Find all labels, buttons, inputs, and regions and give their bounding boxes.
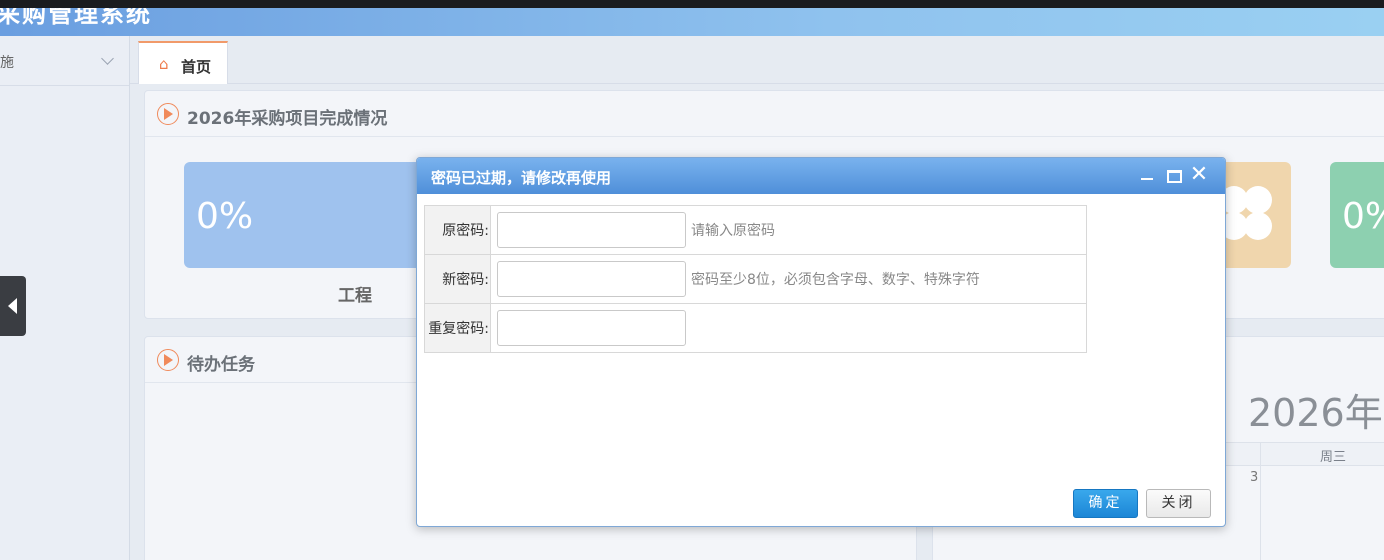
stat-card-value: 0% (196, 196, 254, 237)
confirm-button[interactable]: 确定 (1073, 489, 1138, 518)
app-title: 采购管理系统 (0, 8, 152, 28)
sidebar-section-header[interactable]: 施 (0, 36, 129, 86)
form-field-cell: 密码至少8位，必须包含字母、数字、特殊字符 (490, 254, 1087, 304)
password-form: 原密码: 请输入原密码 新密码: 密码至少8位，必须包含字母、数字、特殊字符 重… (424, 205, 1087, 353)
top-strip (0, 0, 1384, 8)
todo-panel-title: 待办任务 (187, 355, 255, 375)
dialog-titlebar[interactable]: 密码已过期，请修改再使用 ✕ (417, 158, 1225, 194)
app-header: 采购管理系统 (0, 8, 1384, 36)
home-icon: ⌂ (159, 55, 169, 73)
form-row: 原密码: 请输入原密码 (424, 205, 1087, 255)
form-field-cell (490, 303, 1087, 353)
calendar-grid-line (1260, 442, 1261, 560)
arrow-circle-icon (157, 349, 179, 371)
stat-card-value: 0% (1342, 196, 1384, 237)
new-password-label: 新密码: (424, 254, 491, 304)
form-field-cell: 请输入原密码 (490, 205, 1087, 255)
calendar-day[interactable]: 3 (1250, 470, 1258, 485)
tab-bar: ⌂ 首页 (130, 36, 1384, 84)
new-password-input[interactable] (497, 261, 686, 297)
password-expired-dialog: 密码已过期，请修改再使用 ✕ 原密码: 请输入原密码 新密码: 密码至少8位，必… (416, 157, 1226, 527)
arrow-circle-icon (157, 103, 179, 125)
repeat-password-input[interactable] (497, 310, 686, 346)
old-password-hint: 请输入原密码 (691, 223, 775, 239)
repeat-password-label: 重复密码: (424, 303, 491, 353)
close-button[interactable]: 关闭 (1146, 489, 1211, 518)
new-password-hint: 密码至少8位，必须包含字母、数字、特殊字符 (691, 272, 980, 288)
sidebar-section-label: 施 (0, 55, 14, 71)
tab-home[interactable]: ⌂ 首页 (138, 41, 228, 84)
form-row: 新密码: 密码至少8位，必须包含字母、数字、特殊字符 (424, 254, 1087, 304)
chevron-down-icon[interactable] (101, 52, 114, 65)
dialog-title: 密码已过期，请修改再使用 (431, 169, 612, 187)
old-password-label: 原密码: (424, 205, 491, 255)
close-icon[interactable]: ✕ (1189, 164, 1209, 186)
calendar-year-label: 2026年 (1248, 391, 1383, 435)
stat-card-3[interactable]: 0% (1330, 162, 1384, 268)
completion-panel-title: 2026年采购项目完成情况 (187, 109, 388, 129)
sidebar-collapse-handle[interactable] (0, 276, 26, 336)
completion-panel-header: 2026年采购项目完成情况 (145, 91, 1384, 137)
stat-card-engineering[interactable]: 0% (184, 162, 434, 268)
old-password-input[interactable] (497, 212, 686, 248)
stat-card-label: 工程 (338, 286, 372, 306)
form-row: 重复密码: (424, 303, 1087, 353)
maximize-icon[interactable] (1163, 164, 1183, 186)
minimize-icon[interactable] (1137, 164, 1157, 186)
tab-home-label: 首页 (181, 58, 212, 76)
calendar-weekday: 周三 (1320, 450, 1347, 465)
